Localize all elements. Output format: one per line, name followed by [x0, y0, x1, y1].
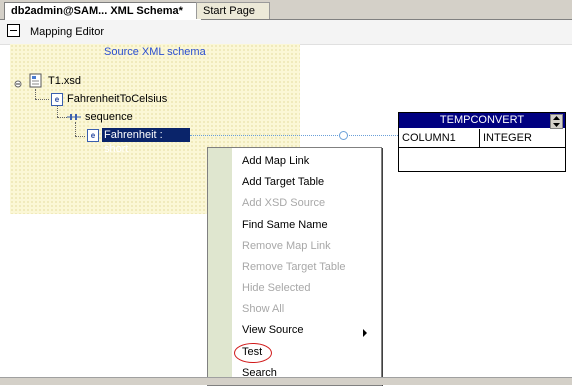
tab-start-page[interactable]: Start Page	[196, 2, 270, 19]
menu-item-hide-selected: Hide Selected	[242, 282, 311, 294]
menu-item-remove-map-link: Remove Map Link	[242, 240, 331, 252]
element-icon: e	[87, 129, 99, 142]
tree-connector	[75, 122, 76, 136]
map-link-handle[interactable]	[339, 131, 348, 140]
menu-item-add-xsd-source: Add XSD Source	[242, 197, 326, 209]
tree-connector	[75, 136, 85, 137]
xsd-file-icon	[29, 73, 43, 89]
tree-node-element[interactable]: FahrenheitToCelsius	[67, 93, 167, 105]
table-scroll-arrows-icon[interactable]	[550, 114, 563, 129]
tree-connector	[57, 117, 67, 118]
submenu-arrow-icon	[363, 329, 367, 337]
table-row: COLUMN1 INTEGER	[399, 129, 565, 148]
mapping-editor-header: Mapping Editor	[0, 20, 572, 45]
tree-collapse-icon[interactable]	[14, 79, 22, 88]
tree-connector	[35, 99, 49, 100]
column-name[interactable]: COLUMN1	[402, 132, 456, 144]
tab-xml-schema[interactable]: db2admin@SAM... XML Schema*	[4, 2, 202, 20]
collapse-icon[interactable]	[7, 24, 20, 37]
element-icon: e	[51, 93, 63, 106]
menu-item-show-all: Show All	[242, 303, 285, 315]
map-link-line[interactable]	[190, 135, 400, 137]
menu-item-add-target-table[interactable]: Add Target Table	[242, 176, 324, 188]
tree-node-field-selected[interactable]: Fahrenheit : short	[102, 128, 190, 155]
tree-node-sequence[interactable]: sequence	[85, 111, 133, 123]
tree-connector	[57, 106, 58, 117]
menu-item-find-same-name[interactable]: Find Same Name	[242, 219, 328, 231]
column-divider	[479, 129, 480, 147]
target-table[interactable]: TEMPCONVERT COLUMN1 INTEGER	[398, 112, 566, 172]
highlight-circle	[234, 343, 272, 363]
context-menu: Add Map Link Add Target Table Add XSD So…	[207, 147, 382, 386]
editor-tab-bar: db2admin@SAM... XML Schema* Start Page	[0, 0, 572, 20]
menu-item-view-source[interactable]: View Source	[242, 324, 304, 336]
mapping-editor-title: Mapping Editor	[30, 26, 104, 38]
source-schema-label: Source XML schema	[104, 46, 206, 58]
menu-gutter	[208, 148, 232, 385]
target-table-title: TEMPCONVERT	[399, 113, 565, 128]
tree-node-file[interactable]: T1.xsd	[48, 75, 81, 87]
menu-item-remove-target-table: Remove Target Table	[242, 261, 346, 273]
tree-connector	[35, 89, 36, 99]
menu-item-add-map-link[interactable]: Add Map Link	[242, 155, 309, 167]
sequence-icon	[67, 112, 81, 122]
column-type: INTEGER	[483, 132, 532, 144]
